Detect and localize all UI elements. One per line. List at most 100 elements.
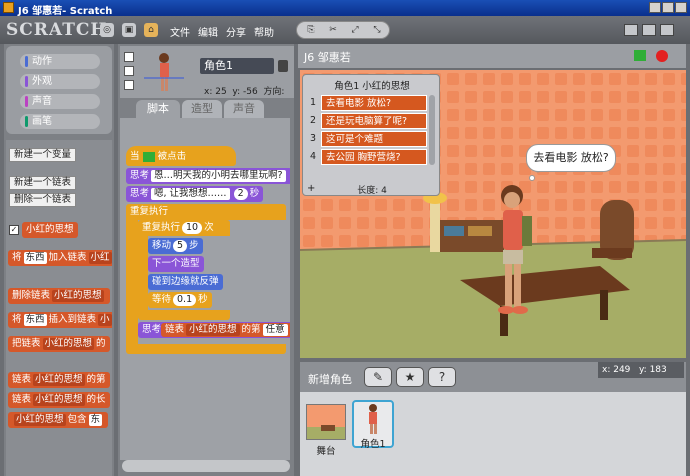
move-block[interactable]: 移动 5 步 [148,238,203,254]
item-index-input[interactable]: 任意 [262,324,288,336]
block-text: 的第 [241,324,261,335]
list-item[interactable]: 2 还是玩电脑算了呢? [307,113,437,129]
tab-costumes[interactable]: 造型 [182,100,222,118]
stage-thumbnail[interactable] [306,404,346,440]
replace-list-block[interactable]: 把链表 小红的思想的 [8,336,110,352]
insert-list-block[interactable]: 将东西 插入到链表小 [8,312,112,328]
grow-icon[interactable]: ⤢ [347,24,363,36]
block-text: 思考 [130,188,150,199]
category-color-bar [25,96,28,107]
add-to-list-block[interactable]: 将东西 加入链表 小红 [8,250,112,266]
block-text: 的长 [86,394,106,405]
paint-sprite-button[interactable]: ✎ [364,367,392,387]
bounce-block[interactable]: 碰到边缘就反弹 [148,274,223,290]
share-icon[interactable]: ⌂ [144,23,158,37]
choose-sprite-button[interactable]: ★ [396,367,424,387]
menu-share[interactable]: 分享 [226,24,246,39]
tab-scripts[interactable]: 脚本 [136,100,180,118]
secs-input[interactable]: 2 [233,188,248,200]
list-dropdown[interactable]: 小红的思想 [52,290,104,302]
lock-icon[interactable] [278,60,288,72]
rotate-icon[interactable] [124,52,134,62]
new-list-button[interactable]: 新建一个链表 [9,176,77,190]
list-dropdown[interactable]: 小红的思想 [33,374,85,386]
block-text: 秒 [198,294,208,305]
item-of-list-block[interactable]: 链表 小红的思想 的第 [8,372,110,388]
new-variable-button[interactable]: 新建一个变量 [9,148,77,162]
list-item-value[interactable]: 这可是个难题 [321,131,427,147]
think-text-input[interactable]: 恩…明天我的小明去哪里玩啊? [151,170,286,182]
normal-stage-icon[interactable] [642,24,656,36]
list-dropdown[interactable]: 小红的思想 [42,338,95,350]
list-reporter[interactable]: 小红的思想 [22,222,78,238]
repeat-count-input[interactable]: 10 [182,222,203,234]
flip-icon[interactable] [124,66,134,76]
presentation-icon[interactable] [660,24,674,36]
category-label: 画笔 [32,116,52,127]
menu-help[interactable]: 帮助 [254,24,274,39]
category-sound[interactable]: 声音 [20,94,100,109]
list-dropdown[interactable]: 小红的思想 [186,324,240,336]
block-input[interactable]: 东西 [23,252,47,264]
think-block[interactable]: 思考 恩…明天我的小明去哪里玩啊? [126,168,290,184]
list-dropdown[interactable]: 小红 [88,252,112,264]
list-item-value[interactable]: 还是玩电脑算了呢? [321,113,427,129]
list-contains-block[interactable]: 小红的思想 包含东 [8,412,109,428]
block-text: 删除链表 [12,290,51,301]
shrink-icon[interactable]: ⤡ [369,24,385,36]
delete-from-list-block[interactable]: 删除链表 小红的思想 [8,288,110,304]
list-monitor[interactable]: 角色1 小红的思想 1 去看电影 放松? 2 还是玩电脑算了呢? 3 这可是个难题 4… [302,74,440,196]
list-item[interactable]: 3 这可是个难题 [307,131,437,147]
list-item-value[interactable]: 去公园 胸野营烧? [321,149,427,165]
block-text: 链表 [165,324,185,335]
list-scrollbar[interactable] [429,95,435,165]
random-sprite-button[interactable]: ? [428,367,456,387]
globe-icon[interactable]: ◎ [100,23,114,37]
tab-sounds[interactable]: 声音 [224,100,264,118]
green-flag-icon [142,151,155,162]
think-bubble: 去看电影 放松? [526,144,616,172]
delete-list-button[interactable]: 删除一个链表 [9,193,77,207]
duplicate-icon[interactable]: ⎘ [303,24,319,36]
window-controls [648,2,687,16]
small-stage-icon[interactable] [624,24,638,36]
sprite-name-field[interactable]: 角色1 [200,58,274,74]
menu-edit[interactable]: 编辑 [198,24,218,39]
script-scrollbar[interactable] [122,460,290,472]
block-text: 包含 [67,414,87,425]
close-button[interactable] [675,2,687,13]
block-input[interactable]: 东西 [23,314,47,326]
think-text-input[interactable]: 嗯, 让我想想…… [151,188,230,200]
delete-icon[interactable]: ✂ [325,24,341,36]
list-item[interactable]: 4 去公园 胸野营烧? [307,149,437,165]
think-for-secs-block[interactable]: 思考 嗯, 让我想想…… 2 秒 [126,186,264,202]
block-input[interactable]: 东 [88,414,103,426]
category-looks[interactable]: 外观 [20,74,100,89]
script-area[interactable]: 当 被点击 思考 恩…明天我的小明去哪里玩啊? 思考 嗯, 让我想想…… 2 秒 重复执… [120,118,290,460]
category-pen[interactable]: 画笔 [20,114,100,129]
list-dropdown[interactable]: 小红的思想 [33,394,85,406]
think-item-block[interactable]: 思考 链表 小红的思想 的第 任意 [138,322,290,338]
no-rotate-icon[interactable] [124,80,134,90]
save-icon[interactable]: ▣ [122,23,136,37]
list-checkbox[interactable]: ✓ [9,225,19,235]
stop-button[interactable] [656,50,668,62]
item-of-list-reporter[interactable]: 链表 小红的思想 的第 任意 [161,323,290,337]
list-item[interactable]: 1 去看电影 放松? [307,95,437,111]
list-dropdown[interactable]: 小红的思想 [14,414,66,426]
minimize-button[interactable] [649,2,661,13]
list-dropdown[interactable]: 小 [98,314,112,326]
block-text: 加入链表 [48,252,87,263]
menu-file[interactable]: 文件 [170,24,190,39]
next-costume-block[interactable]: 下一个造型 [148,256,204,272]
sprite-coordinates: x: 25 y: -56 方向: [204,84,284,97]
when-flag-clicked-block[interactable]: 当 被点击 [126,146,236,166]
length-of-list-block[interactable]: 链表 小红的思想 的长 [8,392,110,408]
green-flag-button[interactable] [634,50,646,61]
steps-input[interactable]: 5 [173,240,188,252]
maximize-button[interactable] [662,2,674,13]
list-item-value[interactable]: 去看电影 放松? [321,95,427,111]
category-motion[interactable]: 动作 [20,54,100,69]
wait-block[interactable]: 等待 0.1 秒 [148,292,212,308]
wait-secs-input[interactable]: 0.1 [173,294,197,306]
